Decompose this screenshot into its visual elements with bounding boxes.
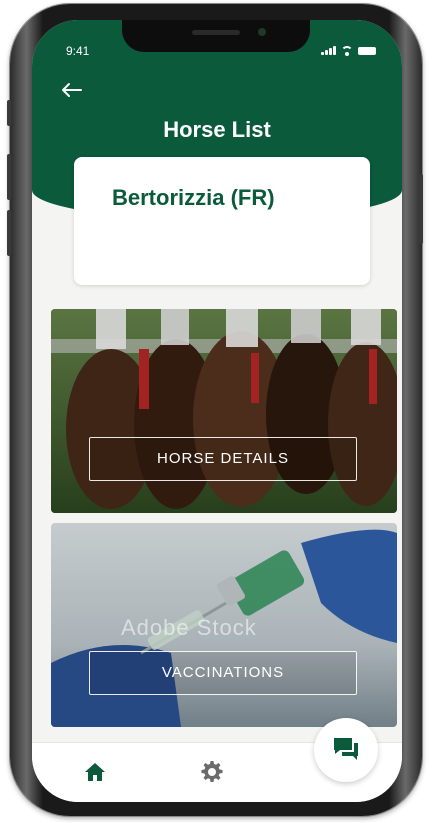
racing-horses-photo bbox=[51, 309, 397, 513]
arrow-left-icon bbox=[62, 83, 82, 97]
speaker-grille bbox=[192, 30, 240, 35]
volume-up-button bbox=[7, 154, 11, 200]
front-camera bbox=[258, 28, 266, 36]
volume-down-button bbox=[7, 210, 11, 256]
phone-notch bbox=[122, 20, 310, 52]
chat-icon bbox=[334, 738, 358, 760]
vaccinations-button[interactable]: VACCINATIONS bbox=[89, 651, 357, 695]
horse-name: Bertorizzia (FR) bbox=[112, 185, 275, 210]
page-title: Horse List bbox=[163, 117, 271, 142]
mute-switch bbox=[7, 100, 11, 126]
back-button[interactable] bbox=[60, 80, 88, 102]
horse-details-button[interactable]: HORSE DETAILS bbox=[89, 437, 357, 481]
signal-icon bbox=[321, 46, 336, 55]
home-icon[interactable] bbox=[84, 761, 106, 783]
vaccinations-tile[interactable]: Adobe Stock VACCINATIONS bbox=[51, 523, 397, 727]
status-time: 9:41 bbox=[66, 44, 90, 58]
horse-name-card[interactable]: Bertorizzia (FR) bbox=[74, 157, 370, 285]
stock-watermark: Adobe Stock bbox=[121, 615, 257, 640]
horse-details-tile[interactable]: HORSE DETAILS bbox=[51, 309, 397, 513]
chat-button[interactable] bbox=[314, 718, 378, 782]
wifi-icon bbox=[341, 46, 353, 56]
phone-screen: 9:41 Horse List Bertorizzia (FR) HORSE D… bbox=[32, 20, 402, 802]
status-icons bbox=[321, 46, 376, 56]
gear-icon[interactable] bbox=[200, 760, 224, 784]
battery-icon bbox=[358, 47, 376, 55]
power-button bbox=[419, 174, 423, 244]
